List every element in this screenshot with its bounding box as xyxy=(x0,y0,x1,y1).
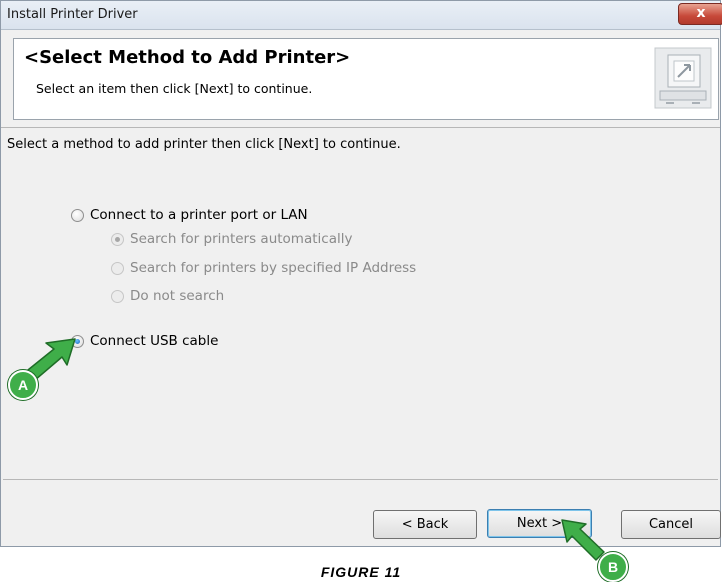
callout-a-badge: A xyxy=(8,370,38,400)
instruction-text: Select a method to add printer then clic… xyxy=(7,137,401,152)
no-search-label: Do not search xyxy=(130,288,225,304)
search-ip-radio[interactable] xyxy=(111,261,124,275)
footer-divider xyxy=(3,479,718,480)
search-auto-radio[interactable] xyxy=(111,232,124,246)
usb-label: Connect USB cable xyxy=(90,333,219,349)
window-title: Install Printer Driver xyxy=(7,7,138,22)
header-title: <Select Method to Add Printer> xyxy=(24,47,351,68)
option-search-auto[interactable]: Search for printers automatically xyxy=(111,231,352,247)
cancel-button[interactable]: Cancel xyxy=(621,510,721,539)
figure-caption: FIGURE 11 xyxy=(320,564,402,580)
search-ip-label: Search for printers by specified IP Addr… xyxy=(130,260,417,276)
option-search-ip[interactable]: Search for printers by specified IP Addr… xyxy=(111,260,416,276)
back-button[interactable]: < Back xyxy=(373,510,477,539)
close-button[interactable]: x xyxy=(678,3,722,25)
search-auto-label: Search for printers automatically xyxy=(130,231,353,247)
option-port-lan[interactable]: Connect to a printer port or LAN xyxy=(71,207,308,223)
option-no-search[interactable]: Do not search xyxy=(111,288,224,304)
header-divider xyxy=(1,127,720,128)
no-search-radio[interactable] xyxy=(111,289,124,303)
install-printer-driver-window: Install Printer Driver x <Select Method … xyxy=(0,0,722,547)
wizard-header: <Select Method to Add Printer> Select an… xyxy=(13,38,719,120)
port-lan-label: Connect to a printer port or LAN xyxy=(90,207,308,223)
option-usb[interactable]: Connect USB cable xyxy=(71,333,218,349)
title-bar[interactable]: Install Printer Driver x xyxy=(1,1,722,30)
header-subtitle: Select an item then click [Next] to cont… xyxy=(36,81,313,96)
port-lan-radio[interactable] xyxy=(71,208,84,222)
printer-setup-icon xyxy=(654,47,712,109)
